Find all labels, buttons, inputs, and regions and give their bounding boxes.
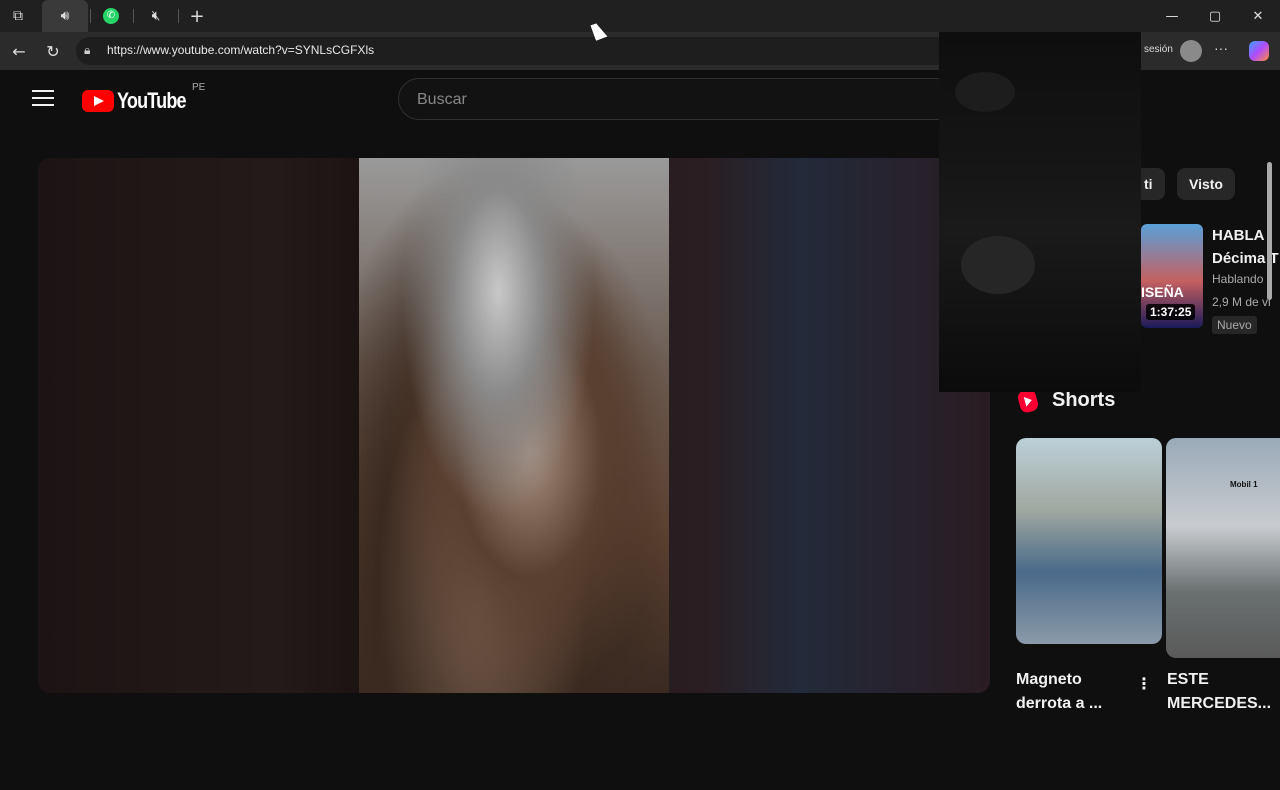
profile-avatar-icon[interactable]	[1180, 40, 1202, 62]
logo-text: YouTube	[117, 88, 187, 113]
scrollbar-thumb[interactable]	[1267, 162, 1272, 300]
page-scrollbar[interactable]	[1264, 148, 1274, 790]
search-input[interactable]: Buscar	[398, 78, 958, 120]
youtube-logo[interactable]: YouTube	[82, 88, 201, 114]
short-thumbnail[interactable]	[1166, 438, 1280, 658]
site-info-icon[interactable]: 🔒︎	[84, 43, 90, 58]
address-bar[interactable]: 🔒︎ https://www.youtube.com/watch?v=SYNLs…	[76, 37, 956, 65]
more-options-icon[interactable]: ···	[1214, 40, 1228, 56]
region-code: PE	[192, 82, 206, 93]
back-icon[interactable]: ←	[6, 39, 32, 63]
filter-chip-visto[interactable]: Visto	[1177, 168, 1235, 200]
video-player[interactable]	[38, 158, 990, 693]
overlay-figure	[955, 72, 1015, 112]
shorts-heading: Shorts	[1052, 389, 1116, 411]
url-text: https://www.youtube.com/watch?v=SYNLsCGF…	[107, 43, 375, 57]
tab-separator	[133, 9, 134, 23]
tab-separator	[90, 9, 91, 23]
menu-icon[interactable]	[32, 90, 54, 108]
close-button[interactable]: ✕	[1236, 0, 1280, 32]
video-frame[interactable]	[359, 158, 669, 693]
new-badge: Nuevo	[1212, 316, 1257, 334]
maximize-button[interactable]: ▢	[1193, 0, 1237, 32]
copilot-icon[interactable]	[1249, 41, 1269, 61]
short-title[interactable]: Magneto derrota a ...	[1016, 668, 1134, 716]
floating-video-overlay[interactable]	[939, 32, 1141, 392]
minimize-button[interactable]: —	[1150, 0, 1194, 32]
new-tab-icon[interactable]: +	[183, 4, 211, 28]
short-thumbnail-logo: Mobil 1	[1230, 480, 1258, 489]
whatsapp-icon: ✆	[103, 8, 119, 24]
search-placeholder: Buscar	[417, 91, 467, 108]
reload-icon[interactable]: ↻	[40, 39, 66, 63]
muted-audio-icon[interactable]: 🔇︎	[142, 4, 170, 28]
short-title[interactable]: ESTE MERCEDES...	[1167, 668, 1277, 716]
whatsapp-tab[interactable]: ✆	[97, 4, 125, 28]
browser-tab-bar: ⧉ 🔊︎ ✆ 🔇︎ + — ▢ ✕	[0, 0, 1280, 32]
audio-playing-icon[interactable]: 🔊︎	[51, 4, 79, 28]
overlay-figure	[961, 236, 1035, 294]
short-thumbnail[interactable]	[1016, 438, 1162, 644]
signin-label[interactable]: sesión	[1144, 44, 1173, 55]
thumbnail-text: ISEÑA	[1141, 284, 1184, 300]
tab-separator	[178, 9, 179, 23]
video-duration: 1:37:25	[1146, 304, 1196, 320]
more-vert-icon[interactable]: ⋮	[1136, 674, 1152, 693]
tab-actions-icon[interactable]: ⧉	[4, 4, 32, 28]
youtube-play-icon	[82, 90, 114, 112]
